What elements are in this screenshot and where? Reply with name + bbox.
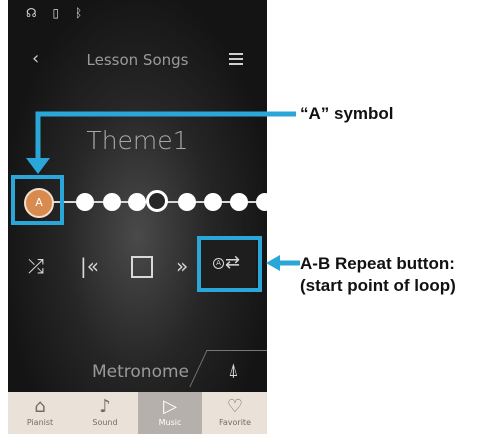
annotation-arrows xyxy=(26,111,300,271)
a-symbol-callout: “A” symbol xyxy=(300,104,394,123)
ab-repeat-callout: A-B Repeat button: xyxy=(300,254,455,273)
ab-repeat-callout-sub: (start point of loop) xyxy=(300,276,456,295)
a-symbol-arrowhead xyxy=(26,158,50,174)
a-symbol-arrow-line xyxy=(35,111,296,160)
ab-arrowhead xyxy=(266,255,280,271)
